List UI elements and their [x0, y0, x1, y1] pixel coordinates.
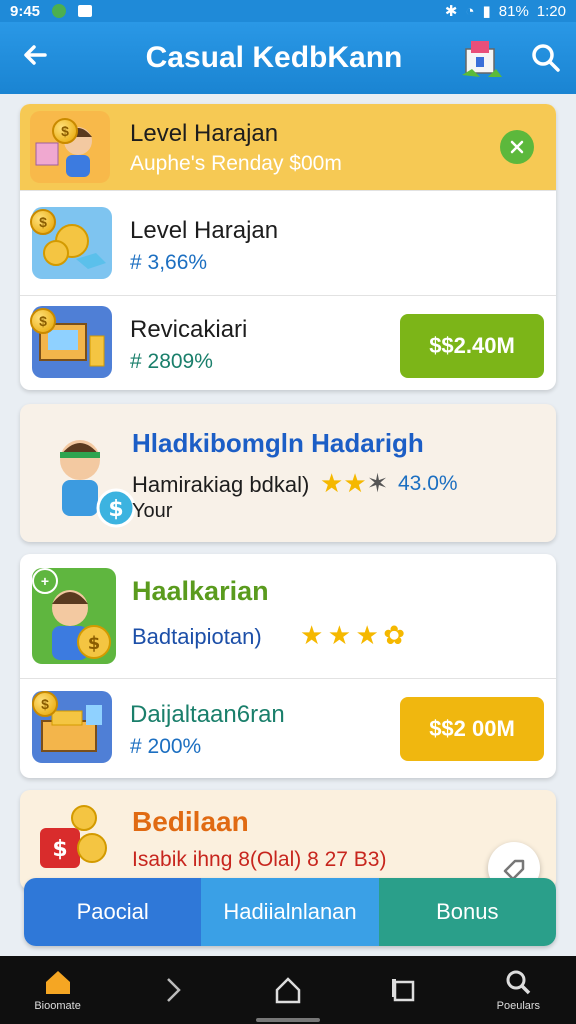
coin-icon: $: [30, 308, 56, 334]
reward-card-3: $ + Haalkarian Badtaipiotan) ★ ★ ★ ✿ $ D…: [20, 554, 556, 778]
chevron-right-icon: [166, 978, 181, 1002]
gesture-handle: [256, 1018, 320, 1022]
card-line: Isabik ihng 8(Olal) 8 27 B3): [132, 848, 387, 871]
search-icon: [506, 970, 531, 995]
reward-card-1: $ Level Harajan Auphe's Renday $00m $ Le…: [20, 104, 556, 390]
plus-icon: +: [32, 568, 58, 594]
nav-home-label: Bioomate: [34, 1000, 81, 1012]
coin-icon: $: [52, 118, 78, 144]
nav-forward[interactable]: [128, 976, 218, 1004]
status-bar: 9:45 ✱ ◔ ▮ 81% 1:20: [0, 0, 576, 22]
message-icon: [78, 5, 93, 17]
card-title: Bedilaan: [132, 806, 249, 837]
card-line: Hamirakiag bdkal): [132, 472, 310, 497]
signal-icon: ▮: [482, 3, 491, 20]
star-icon: ★: [327, 620, 352, 650]
list-item[interactable]: $ Revicakiari # 2809% $$2.40M: [20, 296, 556, 390]
house-outline-icon: [275, 977, 301, 1004]
list-item[interactable]: $ Level Harajan Auphe's Renday $00m: [20, 104, 556, 190]
svg-text:$: $: [108, 497, 123, 522]
list-item[interactable]: $ + Haalkarian Badtaipiotan) ★ ★ ★ ✿: [20, 554, 556, 678]
gift-icon[interactable]: [458, 35, 504, 81]
bottom-tabs: Paocial Hadiialnlanan Bonus: [24, 878, 556, 946]
status-clock: 1:20: [536, 2, 566, 20]
money-bag-illustration: $: [34, 798, 114, 878]
row-value: # 200%: [130, 735, 202, 758]
row-value: # 3,66%: [130, 251, 208, 274]
card-title: Hladkibomgln Hadarigh: [132, 428, 424, 458]
coin-icon: $: [30, 209, 56, 235]
star-icon: ✿: [383, 620, 406, 650]
row-value: # 2809%: [130, 350, 213, 373]
bluetooth-icon: ✱: [444, 3, 458, 20]
svg-text:$: $: [52, 837, 67, 862]
star-icon: ★: [343, 468, 367, 498]
status-time: 9:45: [10, 2, 41, 20]
home-icon: [45, 971, 70, 994]
row-title: Revicakiari: [130, 316, 248, 343]
row-title: Level Harajan: [130, 120, 279, 147]
row-subtitle: Auphe's Renday $00m: [130, 152, 342, 175]
search-icon[interactable]: [516, 43, 576, 73]
star-icon: ★: [300, 620, 324, 650]
tab-paocial[interactable]: Paocial: [24, 878, 202, 946]
system-nav-bar: Bioomate Poeulars: [0, 956, 576, 1024]
wifi-icon: ◔: [465, 2, 475, 20]
nav-recents[interactable]: [358, 976, 448, 1004]
star-icon: ★: [355, 620, 379, 650]
tab-hadiialnlanan[interactable]: Hadiialnlanan: [201, 878, 379, 946]
list-item[interactable]: $ Level Harajan # 3,66%: [20, 191, 556, 295]
back-arrow-icon[interactable]: [0, 40, 70, 77]
tab-bonus[interactable]: Bonus: [378, 878, 556, 946]
nav-search-label: Poeulars: [496, 1000, 541, 1012]
star-icon: ✶: [366, 468, 389, 498]
battery-level: 81%: [498, 2, 529, 20]
nav-home[interactable]: Bioomate: [13, 968, 103, 1012]
percent-value: 43.0%: [398, 472, 458, 495]
nav-system-home[interactable]: [243, 976, 333, 1004]
reward-card-2[interactable]: $ Hladkibomgln Hadarigh Hamirakiag bdkal…: [20, 404, 556, 542]
buy-button[interactable]: $$2 00M: [400, 697, 544, 761]
rating-stars: ★★✶: [320, 468, 388, 499]
row-title: Haalkarian: [132, 576, 269, 606]
list-item[interactable]: $ Daijaltaan6ran # 200% $$2 00M: [20, 679, 556, 778]
character-illustration: $: [38, 422, 138, 532]
recents-icon: [392, 979, 415, 1002]
app-bar: Casual KedbKann: [0, 22, 576, 94]
row-title: Daijaltaan6ran: [130, 701, 285, 728]
buy-button[interactable]: $$2.40M: [400, 314, 544, 378]
row-subtitle: Badtaipiotan): [132, 624, 262, 649]
nav-search[interactable]: Poeulars: [473, 968, 563, 1012]
card-subline: Your: [132, 500, 173, 522]
star-icon: ★: [320, 468, 344, 498]
reward-card-4[interactable]: $ Bedilaan Isabik ihng 8(Olal) 8 27 B3): [20, 790, 556, 890]
close-icon[interactable]: [500, 130, 534, 164]
svg-text:$: $: [88, 633, 101, 654]
coin-icon: $: [32, 691, 58, 717]
row-title: Level Harajan: [130, 217, 279, 244]
page-title: Casual KedbKann: [145, 41, 403, 74]
notification-icon: [52, 4, 67, 18]
rating-stars: ★ ★ ★ ✿: [300, 620, 405, 651]
